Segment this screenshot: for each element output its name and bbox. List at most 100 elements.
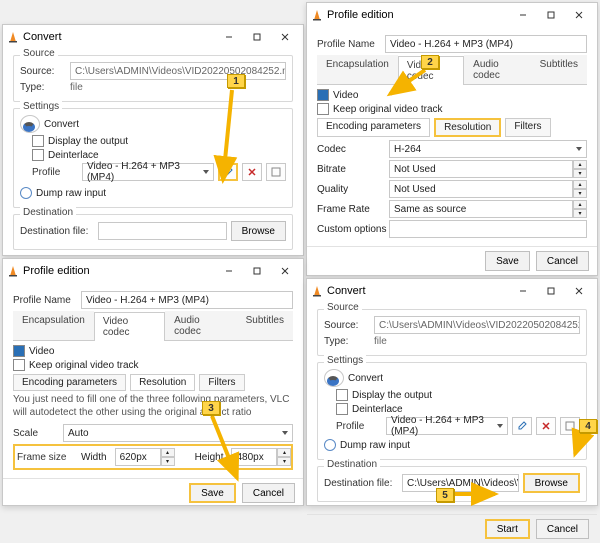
height-field[interactable]: 480px — [231, 448, 277, 466]
profile-select[interactable]: Video - H.264 + MP3 (MP4) — [386, 417, 508, 435]
keep-original-checkbox[interactable] — [13, 359, 25, 371]
dest-file-field[interactable] — [98, 222, 227, 240]
subtab-filters[interactable]: Filters — [199, 374, 244, 391]
height-spinner[interactable]: 480px▴▾ — [231, 448, 291, 466]
titlebar: Convert — [3, 25, 303, 49]
maximize-button[interactable] — [243, 27, 271, 47]
tab-audio-codec[interactable]: Audio codec — [165, 311, 237, 340]
close-button[interactable] — [271, 27, 299, 47]
settings-group: Settings Convert Display the output Dein… — [13, 108, 293, 208]
frame-size-label: Frame size — [17, 452, 73, 463]
browse-button[interactable]: Browse — [231, 221, 286, 241]
close-button[interactable] — [565, 5, 593, 25]
tab-encapsulation[interactable]: Encapsulation — [317, 55, 398, 84]
cancel-button[interactable]: Cancel — [536, 519, 589, 539]
subtab-filters[interactable]: Filters — [505, 118, 550, 137]
convert-radio-label: Convert — [348, 373, 383, 384]
custom-options-field[interactable] — [389, 220, 587, 238]
source-group-label: Source — [20, 48, 58, 59]
dump-radio-label: Dump raw input — [340, 440, 410, 451]
tab-subtitles[interactable]: Subtitles — [237, 311, 293, 340]
minimize-button[interactable] — [215, 27, 243, 47]
close-button[interactable] — [565, 281, 593, 301]
tab-encapsulation[interactable]: Encapsulation — [13, 311, 94, 340]
dump-radio[interactable] — [20, 187, 32, 199]
edit-profile-button[interactable] — [512, 417, 532, 435]
scale-select[interactable]: Auto — [63, 424, 293, 442]
minimize-button[interactable] — [215, 261, 243, 281]
cancel-button[interactable]: Cancel — [242, 483, 295, 503]
subtab-encoding[interactable]: Encoding parameters — [317, 118, 430, 137]
framerate-field[interactable]: Same as source — [389, 200, 573, 218]
video-checkbox[interactable] — [317, 89, 329, 101]
source-group: Source Source:C:\Users\ADMIN\Videos\VID2… — [13, 55, 293, 102]
video-checkbox[interactable] — [13, 345, 25, 357]
display-output-checkbox[interactable] — [32, 135, 44, 147]
bitrate-field[interactable]: Not Used — [389, 160, 573, 178]
titlebar: Profile edition — [3, 259, 303, 283]
type-value: file — [374, 336, 387, 347]
video-subtabs: Encoding parameters Resolution Filters — [317, 118, 587, 137]
maximize-button[interactable] — [537, 5, 565, 25]
dump-radio[interactable] — [324, 439, 336, 451]
delete-profile-button[interactable] — [242, 163, 262, 181]
close-button[interactable] — [271, 261, 299, 281]
maximize-button[interactable] — [537, 281, 565, 301]
dump-radio-label: Dump raw input — [36, 188, 106, 199]
framerate-spinner[interactable]: ▴▾ — [573, 200, 587, 218]
subtab-resolution[interactable]: Resolution — [130, 374, 195, 391]
window-title: Profile edition — [327, 9, 509, 21]
destination-group: Destination Destination file:Browse — [13, 214, 293, 250]
start-button[interactable]: Start — [485, 519, 530, 539]
profile-select[interactable]: Video - H.264 + MP3 (MP4) — [82, 163, 214, 181]
keep-original-checkbox[interactable] — [317, 103, 329, 115]
cancel-button[interactable]: Cancel — [536, 251, 589, 271]
subtab-encoding[interactable]: Encoding parameters — [13, 374, 126, 391]
convert-radio[interactable] — [20, 115, 40, 133]
deinterlace-checkbox[interactable] — [32, 149, 44, 161]
convert-radio[interactable] — [324, 369, 344, 387]
delete-profile-button[interactable] — [536, 417, 556, 435]
vlc-cone-icon — [7, 265, 19, 277]
tab-subtitles[interactable]: Subtitles — [531, 55, 587, 84]
codec-select[interactable]: H-264 — [389, 140, 587, 158]
display-output-checkbox[interactable] — [336, 389, 348, 401]
bitrate-spinner[interactable]: ▴▾ — [573, 160, 587, 178]
profile-name-field[interactable]: Video - H.264 + MP3 (MP4) — [385, 35, 587, 53]
profile-label: Profile — [336, 421, 382, 432]
dest-file-field[interactable]: C:\Users\ADMIN\Videos\VID20220502084252.… — [402, 474, 519, 492]
save-button[interactable]: Save — [485, 251, 530, 271]
window-title: Profile edition — [23, 265, 215, 277]
subtab-resolution[interactable]: Resolution — [434, 118, 501, 137]
width-spinner[interactable]: 620px▴▾ — [115, 448, 175, 466]
browse-button[interactable]: Browse — [523, 473, 580, 493]
height-label: Height — [195, 452, 224, 463]
framerate-label: Frame Rate — [317, 204, 389, 215]
codec-tabs: Encapsulation Video codec Audio codec Su… — [317, 55, 587, 85]
minimize-button[interactable] — [509, 5, 537, 25]
width-label: Width — [81, 452, 107, 463]
callout-5: 5 — [436, 488, 454, 502]
minimize-button[interactable] — [509, 281, 537, 301]
scale-label: Scale — [13, 428, 59, 439]
edit-profile-button[interactable] — [218, 163, 238, 181]
display-output-label: Display the output — [352, 390, 432, 401]
new-profile-button[interactable] — [266, 163, 286, 181]
maximize-button[interactable] — [243, 261, 271, 281]
profile-name-field[interactable]: Video - H.264 + MP3 (MP4) — [81, 291, 293, 309]
width-field[interactable]: 620px — [115, 448, 161, 466]
dest-file-label: Destination file: — [324, 478, 398, 489]
resolution-hint: You just need to fill one of the three f… — [13, 394, 293, 419]
frame-size-row: Frame size Width 620px▴▾ Height 480px▴▾ — [13, 444, 293, 470]
tab-video-codec[interactable]: Video codec — [94, 312, 165, 341]
save-button[interactable]: Save — [189, 483, 236, 503]
type-value: file — [70, 82, 83, 93]
tab-audio-codec[interactable]: Audio codec — [464, 55, 530, 84]
type-label: Type: — [324, 336, 370, 347]
vlc-cone-icon — [7, 31, 19, 43]
new-profile-button[interactable] — [560, 417, 580, 435]
deinterlace-checkbox[interactable] — [336, 403, 348, 415]
quality-field[interactable]: Not Used — [389, 180, 573, 198]
quality-spinner[interactable]: ▴▾ — [573, 180, 587, 198]
profile-name-label: Profile Name — [13, 295, 77, 306]
